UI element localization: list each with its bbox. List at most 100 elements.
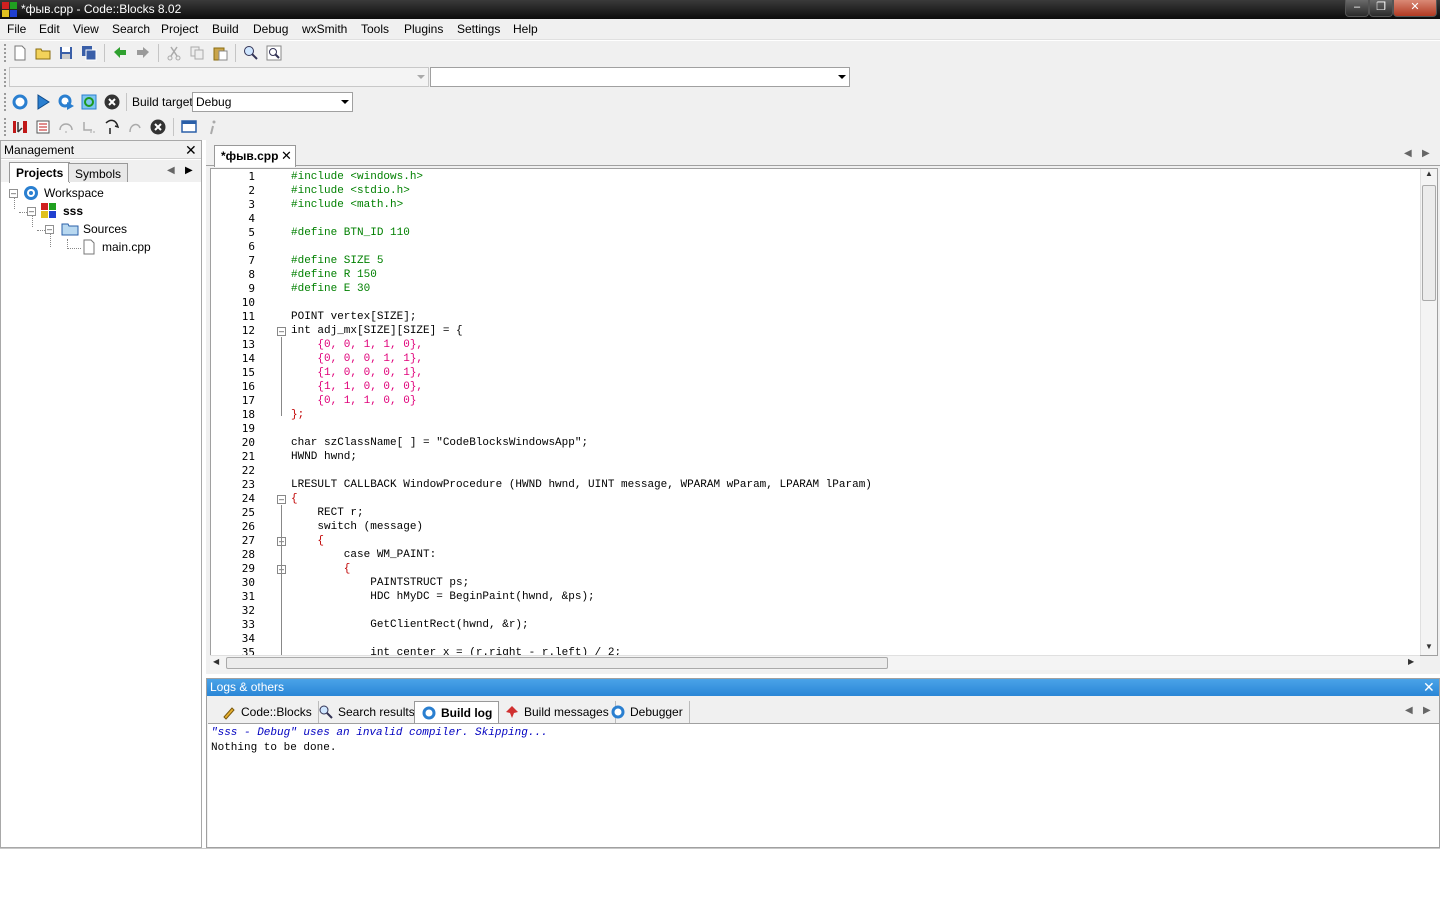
- build-icon[interactable]: [11, 93, 29, 111]
- build-target-select[interactable]: Debug: [192, 92, 353, 112]
- menu-settings[interactable]: Settings: [457, 22, 500, 36]
- replace-icon[interactable]: [265, 44, 283, 62]
- minimize-button[interactable]: –: [1345, 0, 1369, 17]
- debug-run-icon[interactable]: [11, 118, 29, 136]
- status-divider: [0, 848, 1440, 849]
- step-out-icon[interactable]: [126, 118, 144, 136]
- undo-icon[interactable]: [111, 44, 129, 62]
- close-icon[interactable]: ✕: [185, 143, 197, 157]
- editor-tab-active[interactable]: *фыв.cpp ✕: [214, 145, 296, 167]
- tab-scroll-right-icon[interactable]: ▶: [1422, 148, 1430, 159]
- tab-scroll-right-icon[interactable]: ▶: [1423, 705, 1431, 716]
- maximize-button[interactable]: ❐: [1369, 0, 1393, 17]
- tree-file-main-cpp[interactable]: main.cpp: [102, 240, 151, 254]
- menu-plugins[interactable]: Plugins: [404, 22, 443, 36]
- vertical-scroll-thumb[interactable]: [1422, 185, 1436, 301]
- menu-debug[interactable]: Debug: [253, 22, 288, 36]
- debug-info-icon[interactable]: [204, 118, 222, 136]
- line-number: 22: [241, 464, 255, 477]
- scroll-down-icon[interactable]: ▼: [1425, 642, 1433, 651]
- menu-wxsmith[interactable]: wxSmith: [302, 22, 347, 36]
- tab-build-log[interactable]: Build log: [414, 701, 500, 723]
- save-all-icon[interactable]: [80, 44, 98, 62]
- menu-search[interactable]: Search: [112, 22, 150, 36]
- new-file-icon[interactable]: [11, 44, 29, 62]
- save-icon[interactable]: [57, 44, 75, 62]
- stop-debugger-icon[interactable]: [149, 118, 167, 136]
- fold-marker-icon[interactable]: –: [277, 495, 286, 504]
- file-icon: [83, 239, 95, 255]
- tree-connector: [50, 233, 51, 247]
- tab-search-results[interactable]: Search results: [312, 701, 422, 723]
- toolbar-grip[interactable]: [4, 118, 7, 136]
- menu-tools[interactable]: Tools: [361, 22, 389, 36]
- copy-icon[interactable]: [188, 44, 206, 62]
- fold-guide: [281, 504, 282, 655]
- code-line: char szClassName[ ] = "CodeBlocksWindows…: [291, 437, 589, 449]
- tree-folder-sources[interactable]: Sources: [83, 222, 127, 236]
- toolbar-grip[interactable]: [4, 93, 7, 111]
- tree-project[interactable]: sss: [63, 204, 83, 218]
- editor-vertical-scrollbar[interactable]: ▲ ▼: [1420, 169, 1437, 655]
- scroll-up-icon[interactable]: ▲: [1425, 169, 1433, 178]
- rebuild-icon[interactable]: [80, 93, 98, 111]
- horizontal-scroll-thumb[interactable]: [226, 657, 888, 669]
- code-line: int adj_mx[SIZE][SIZE] = {: [291, 325, 463, 337]
- redo-icon[interactable]: [134, 44, 152, 62]
- menu-project[interactable]: Project: [161, 22, 198, 36]
- fold-marker-icon[interactable]: –: [277, 327, 286, 336]
- code-editor[interactable]: 1 2 3 4 5 6 7 8 9 10 11 12–13 14 15 16 17 18 19 20 21 22 23 24…: [210, 168, 1438, 656]
- code-line: HWND hwnd;: [291, 451, 358, 463]
- tab-build-messages[interactable]: Build messages: [498, 701, 616, 723]
- tree-connector: [32, 215, 33, 227]
- tab-codeblocks-log[interactable]: Code::Blocks: [215, 701, 319, 723]
- menu-file[interactable]: File: [7, 22, 26, 36]
- collapse-icon[interactable]: –: [45, 225, 54, 234]
- close-window-button[interactable]: ✕: [1393, 0, 1437, 17]
- tab-scroll-right-icon[interactable]: ▶: [185, 165, 193, 176]
- toolbar-grip[interactable]: [4, 44, 7, 62]
- function-select[interactable]: [430, 67, 850, 87]
- run-to-cursor-icon[interactable]: [34, 118, 52, 136]
- close-tab-icon[interactable]: ✕: [281, 148, 292, 164]
- code-area[interactable]: #include <windows.h> #include <stdio.h> #i…: [291, 169, 1421, 655]
- abort-icon[interactable]: [103, 93, 121, 111]
- build-log-output[interactable]: "sss - Debug" uses an invalid compiler. …: [208, 723, 1439, 847]
- line-number: 32: [241, 604, 255, 617]
- workspace-icon: [24, 186, 38, 200]
- menu-help[interactable]: Help: [513, 22, 538, 36]
- next-instruction-icon[interactable]: [80, 118, 98, 136]
- code-line: case WM_PAINT:: [291, 549, 437, 561]
- tab-debugger[interactable]: Debugger: [604, 701, 690, 723]
- tab-scroll-left-icon[interactable]: ◀: [167, 165, 175, 176]
- run-icon[interactable]: [34, 93, 52, 111]
- tab-scroll-left-icon[interactable]: ◀: [1405, 705, 1413, 716]
- open-file-icon[interactable]: [34, 44, 52, 62]
- scroll-left-icon[interactable]: ◀: [213, 657, 219, 666]
- scroll-right-icon[interactable]: ▶: [1408, 657, 1414, 666]
- tree-workspace[interactable]: Workspace: [44, 186, 104, 200]
- tab-scroll-left-icon[interactable]: ◀: [1404, 148, 1412, 159]
- collapse-icon[interactable]: –: [9, 189, 18, 198]
- step-into-icon[interactable]: [103, 118, 121, 136]
- tab-symbols[interactable]: Symbols: [68, 163, 129, 182]
- editor-horizontal-scrollbar[interactable]: ◀ ▶: [210, 655, 1420, 670]
- menu-build[interactable]: Build: [212, 22, 239, 36]
- line-number: 4: [248, 212, 255, 225]
- cut-icon[interactable]: [165, 44, 183, 62]
- tab-projects[interactable]: Projects: [9, 162, 71, 183]
- scope-select[interactable]: [9, 67, 429, 87]
- paste-icon[interactable]: [211, 44, 229, 62]
- line-number: 23: [241, 478, 255, 491]
- build-and-run-icon[interactable]: [57, 93, 75, 111]
- next-line-icon[interactable]: [57, 118, 75, 136]
- menu-edit[interactable]: Edit: [39, 22, 60, 36]
- code-line: #include <math.h>: [291, 199, 404, 211]
- find-icon[interactable]: [242, 44, 260, 62]
- collapse-icon[interactable]: –: [27, 207, 36, 216]
- menu-view[interactable]: View: [73, 22, 99, 36]
- close-icon[interactable]: ✕: [1423, 680, 1435, 694]
- debugging-windows-icon[interactable]: [180, 118, 198, 136]
- line-number: 14: [241, 352, 255, 365]
- toolbar-grip[interactable]: [4, 69, 7, 87]
